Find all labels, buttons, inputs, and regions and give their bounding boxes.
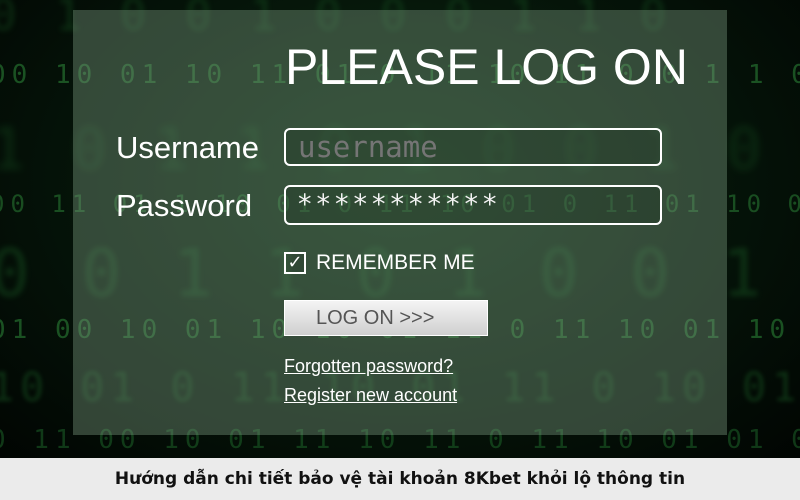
forgot-password-link[interactable]: Forgotten password? (284, 356, 453, 377)
username-label: Username (116, 130, 259, 165)
caption-bar: Hướng dẫn chi tiết bảo vệ tài khoản 8Kbe… (0, 458, 800, 500)
password-label: Password (116, 188, 253, 223)
log-on-button[interactable]: LOG ON >>> (284, 300, 488, 336)
remember-me-option[interactable]: ✓ REMEMBER ME (284, 250, 475, 276)
remember-me-label: REMEMBER ME (316, 251, 475, 274)
password-input[interactable]: *********** (284, 185, 662, 225)
remember-me-checkbox[interactable]: ✓ (284, 252, 306, 274)
caption-text: Hướng dẫn chi tiết bảo vệ tài khoản 8Kbe… (114, 469, 686, 489)
username-input[interactable] (284, 128, 662, 166)
page-title: PLEASE LOG ON (285, 39, 688, 95)
register-account-link[interactable]: Register new account (284, 385, 457, 406)
